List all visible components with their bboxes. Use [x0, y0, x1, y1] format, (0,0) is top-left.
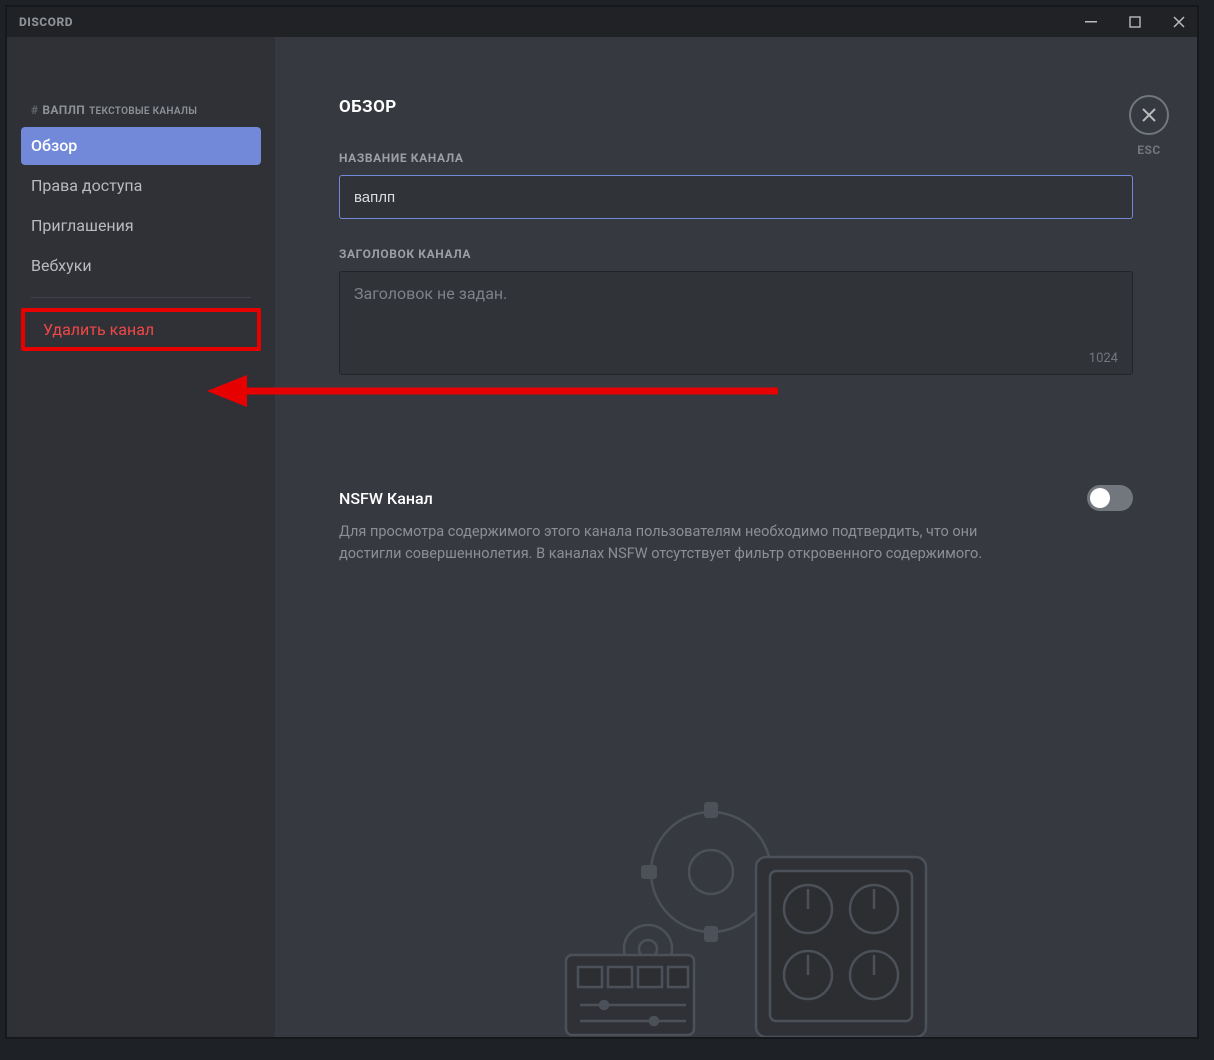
sidebar-divider	[31, 297, 251, 298]
decorative-illustration	[526, 777, 946, 1037]
delete-channel-label: Удалить канал	[43, 320, 154, 339]
window-controls	[1081, 12, 1189, 32]
channel-topic-label: ЗАГОЛОВОК КАНАЛА	[339, 247, 1133, 261]
sidebar-item-permissions[interactable]: Права доступа	[21, 167, 261, 205]
channel-name-input[interactable]	[339, 175, 1133, 219]
app-logo: DISCORD	[19, 15, 73, 29]
channel-topic-input[interactable]: Заголовок не задан. 1024	[339, 271, 1133, 375]
close-settings[interactable]: ESC	[1129, 95, 1169, 157]
sidebar-item-label: Вебхуки	[31, 255, 92, 277]
app-window: DISCORD # ВАПЛП ТЕКСТОВЫЕ КАНАЛЫ Обзор	[5, 5, 1199, 1039]
delete-channel-highlight: Удалить канал	[21, 308, 261, 351]
page-title: ОБЗОР	[339, 97, 1133, 117]
sidebar-item-overview[interactable]: Обзор	[21, 127, 261, 165]
window-titlebar: DISCORD	[7, 7, 1197, 37]
channel-topic-placeholder: Заголовок не задан.	[354, 284, 507, 303]
sidebar-item-label: Права доступа	[31, 175, 142, 197]
nsfw-title: NSFW Канал	[339, 489, 433, 508]
nsfw-description: Для просмотра содержимого этого канала п…	[339, 521, 989, 565]
sidebar-item-label: Приглашения	[31, 215, 134, 237]
settings-main: ОБЗОР НАЗВАНИЕ КАНАЛА ЗАГОЛОВОК КАНАЛА З…	[275, 37, 1197, 1037]
sidebar-item-delete-channel[interactable]: Удалить канал	[25, 312, 257, 347]
channel-name-caps: ВАПЛП	[42, 103, 85, 117]
sidebar-item-webhooks[interactable]: Вебхуки	[21, 247, 261, 285]
close-window-button[interactable]	[1169, 12, 1189, 32]
maximize-button[interactable]	[1125, 12, 1145, 32]
close-icon	[1129, 95, 1169, 135]
channel-category-label: ТЕКСТОВЫЕ КАНАЛЫ	[89, 106, 197, 117]
char-counter: 1024	[1089, 351, 1118, 366]
nsfw-toggle[interactable]	[1087, 485, 1133, 511]
minimize-button[interactable]	[1081, 12, 1101, 32]
toggle-knob	[1090, 488, 1110, 508]
sidebar-item-label: Обзор	[31, 135, 77, 157]
settings-sidebar: # ВАПЛП ТЕКСТОВЫЕ КАНАЛЫ Обзор Права дос…	[7, 37, 275, 1037]
hash-icon: #	[31, 103, 38, 117]
channel-name-label: НАЗВАНИЕ КАНАЛА	[339, 151, 1133, 165]
sidebar-item-invites[interactable]: Приглашения	[21, 207, 261, 245]
close-label: ESC	[1137, 143, 1161, 157]
sidebar-header: # ВАПЛП ТЕКСТОВЫЕ КАНАЛЫ	[21, 97, 261, 127]
